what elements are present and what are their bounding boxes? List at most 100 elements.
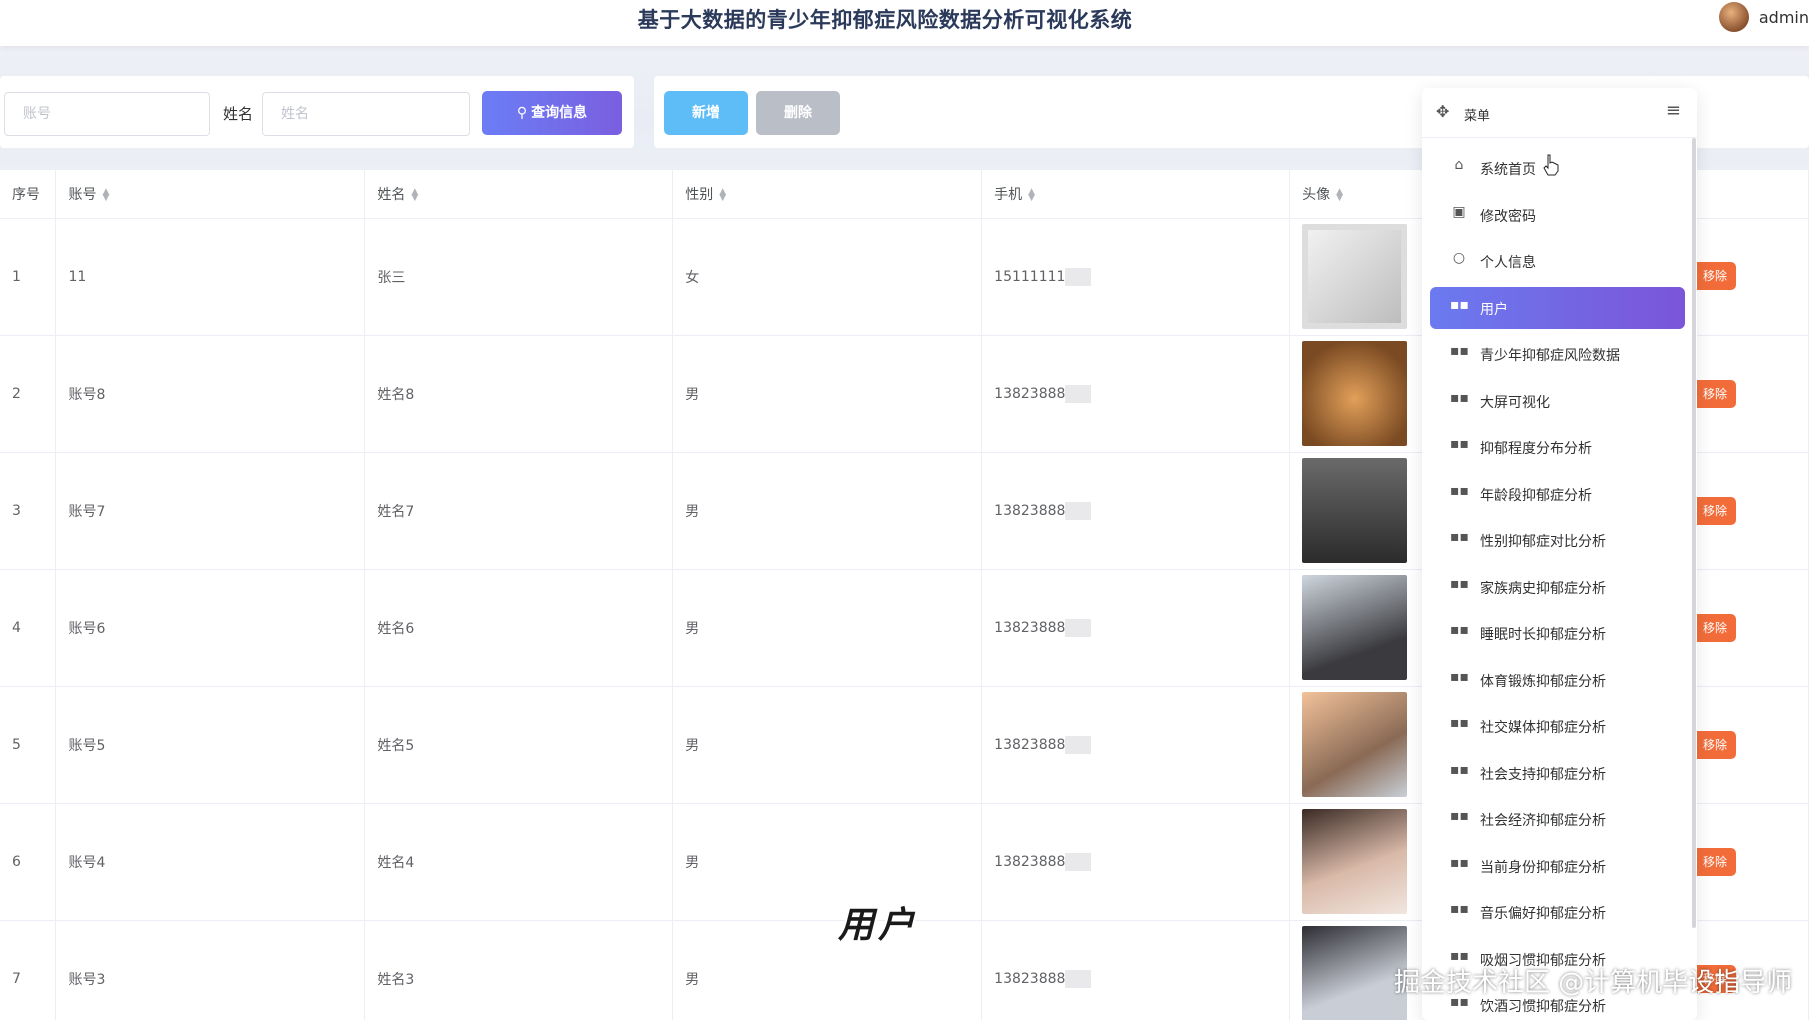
sort-icon[interactable]: ▲ ▼	[1336, 187, 1343, 202]
cell-index: 2	[0, 335, 57, 453]
cell-account: 账号3	[55, 920, 366, 1020]
user-icon: ○	[1452, 250, 1466, 266]
user-menu[interactable]: admin	[1718, 2, 1809, 32]
cell-name: 姓名7	[364, 452, 674, 570]
row-delete-button[interactable]: 移除	[1694, 731, 1736, 759]
cell-phone: 13823888	[981, 335, 1291, 453]
row-delete-button[interactable]: 移除	[1694, 497, 1736, 525]
menu-item-severity-analysis[interactable]: ▪▪ 抑郁程度分布分析	[1422, 424, 1690, 471]
menu-title: 菜单	[1464, 109, 1491, 124]
menu-item-music-preference[interactable]: ▪▪ 音乐偏好抑郁症分析	[1422, 889, 1690, 936]
cell-gender: 男	[672, 686, 983, 804]
row-delete-button[interactable]: 移除	[1694, 848, 1736, 876]
column-account[interactable]: 账号 ▲ ▼	[55, 170, 366, 219]
cell-account: 账号5	[55, 686, 366, 804]
menu-item-exercise-analysis[interactable]: ▪▪ 体育锻炼抑郁症分析	[1422, 657, 1690, 704]
menu-item-current-identity[interactable]: ▪▪ 当前身份抑郁症分析	[1422, 843, 1690, 890]
cell-account: 账号8	[55, 335, 366, 453]
row-delete-button[interactable]: 移除	[1694, 614, 1736, 642]
lock-icon: ▣	[1452, 203, 1466, 220]
sort-icon[interactable]: ▲ ▼	[411, 187, 418, 202]
avatar-thumbnail[interactable]	[1302, 341, 1408, 446]
menu-item-age-analysis[interactable]: ▪▪ 年龄段抑郁症分析	[1422, 471, 1690, 518]
cell-account: 账号4	[55, 803, 366, 921]
menu-item-socioeconomic[interactable]: ▪▪ 社会经济抑郁症分析	[1422, 796, 1690, 843]
cell-name: 姓名5	[364, 686, 674, 804]
grid-icon: ▪▪	[1450, 296, 1469, 313]
avatar-thumbnail[interactable]	[1302, 575, 1408, 680]
cell-phone: 13823888	[981, 686, 1291, 804]
user-name[interactable]: admin	[1759, 8, 1809, 27]
cell-phone: 13823888	[981, 569, 1291, 687]
sort-icon[interactable]: ▲ ▼	[719, 187, 726, 202]
cell-gender: 男	[672, 920, 983, 1020]
cell-gender: 男	[672, 803, 983, 921]
cell-phone: 13823888	[981, 920, 1291, 1020]
row-delete-button[interactable]: 移除	[1694, 262, 1736, 290]
column-name[interactable]: 姓名 ▲ ▼	[364, 170, 674, 219]
grid-icon: ▪▪	[1450, 575, 1469, 592]
grid-icon: ▪▪	[1450, 761, 1469, 778]
cell-name: 张三	[364, 218, 674, 336]
home-icon: ⌂	[1454, 157, 1464, 173]
menu-list: ⌂ 系统首页 ▣ 修改密码 ○ 个人信息 ▪▪ 用户 ▪▪ 青少年抑郁症风险数据…	[1422, 145, 1690, 1020]
grid-icon: ▪▪	[1450, 529, 1469, 545]
sort-icon[interactable]: ▲ ▼	[102, 187, 109, 202]
hand-cursor-icon	[1543, 154, 1559, 176]
move-icon[interactable]: ✥	[1436, 102, 1449, 121]
query-button[interactable]: ⚲ 查询信息	[482, 91, 622, 135]
delete-button[interactable]: 删除	[756, 91, 840, 135]
menu-item-big-screen[interactable]: ▪▪ 大屏可视化	[1422, 378, 1690, 425]
cell-index: 3	[0, 452, 57, 570]
menu-item-users[interactable]: ▪▪ 用户	[1422, 285, 1690, 332]
menu-item-change-password[interactable]: ▣ 修改密码	[1422, 192, 1690, 239]
cell-phone: 15111111	[981, 218, 1291, 336]
grid-icon: ▪▪	[1450, 343, 1469, 359]
cell-name: 姓名8	[364, 335, 674, 453]
menu-header[interactable]: ✥ 菜单 ≡	[1422, 88, 1697, 138]
phone-mask	[1065, 618, 1092, 637]
watermark: 掘金技术社区 @计算机毕设指导师	[1394, 968, 1793, 998]
column-index: 序号	[0, 170, 57, 219]
cell-gender: 男	[672, 569, 983, 687]
cell-gender: 男	[672, 335, 983, 453]
menu-item-gender-analysis[interactable]: ▪▪ 性别抑郁症对比分析	[1422, 517, 1690, 564]
grid-icon: ▪▪	[1450, 901, 1469, 917]
menu-item-social-support[interactable]: ▪▪ 社会支持抑郁症分析	[1422, 750, 1690, 797]
hamburger-icon[interactable]: ≡	[1666, 100, 1681, 121]
phone-mask	[1065, 852, 1092, 871]
sort-icon[interactable]: ▲ ▼	[1028, 187, 1035, 202]
user-avatar[interactable]	[1718, 2, 1749, 32]
avatar-thumbnail[interactable]	[1302, 458, 1408, 563]
grid-icon: ▪▪	[1450, 389, 1469, 406]
add-button[interactable]: 新增	[664, 91, 748, 135]
cell-index: 1	[0, 218, 57, 336]
search-icon: ⚲	[516, 105, 528, 121]
avatar-thumbnail[interactable]	[1302, 692, 1408, 797]
cell-name: 姓名3	[364, 920, 674, 1020]
menu-scrollbar[interactable]	[1692, 138, 1696, 928]
floating-menu: ✥ 菜单 ≡ ⌂ 系统首页 ▣ 修改密码 ○ 个人信息 ▪▪ 用户 ▪▪ 青少年…	[1422, 88, 1697, 1020]
cell-gender: 女	[672, 218, 983, 336]
cell-account: 11	[55, 218, 366, 336]
phone-mask	[1065, 969, 1092, 988]
avatar-thumbnail[interactable]	[1302, 809, 1408, 914]
menu-item-profile[interactable]: ○ 个人信息	[1422, 238, 1690, 285]
menu-item-risk-data[interactable]: ▪▪ 青少年抑郁症风险数据	[1422, 331, 1690, 378]
avatar-thumbnail[interactable]	[1302, 926, 1408, 1020]
account-search-input[interactable]: 账号	[4, 92, 210, 136]
cell-name: 姓名6	[364, 569, 674, 687]
video-caption: 用户	[838, 905, 919, 946]
menu-item-sleep-analysis[interactable]: ▪▪ 睡眠时长抑郁症分析	[1422, 610, 1690, 657]
column-gender[interactable]: 性别 ▲ ▼	[672, 170, 983, 219]
menu-item-social-media[interactable]: ▪▪ 社交媒体抑郁症分析	[1422, 703, 1690, 750]
grid-icon: ▪▪	[1450, 854, 1469, 871]
row-delete-button[interactable]: 移除	[1694, 380, 1736, 408]
grid-icon: ▪▪	[1450, 668, 1469, 685]
avatar-thumbnail[interactable]	[1302, 224, 1408, 329]
menu-item-family-history[interactable]: ▪▪ 家族病史抑郁症分析	[1422, 564, 1690, 611]
name-search-input[interactable]: 姓名	[262, 92, 470, 136]
column-phone[interactable]: 手机 ▲ ▼	[981, 170, 1291, 219]
cell-index: 5	[0, 686, 57, 804]
cell-index: 4	[0, 569, 57, 687]
